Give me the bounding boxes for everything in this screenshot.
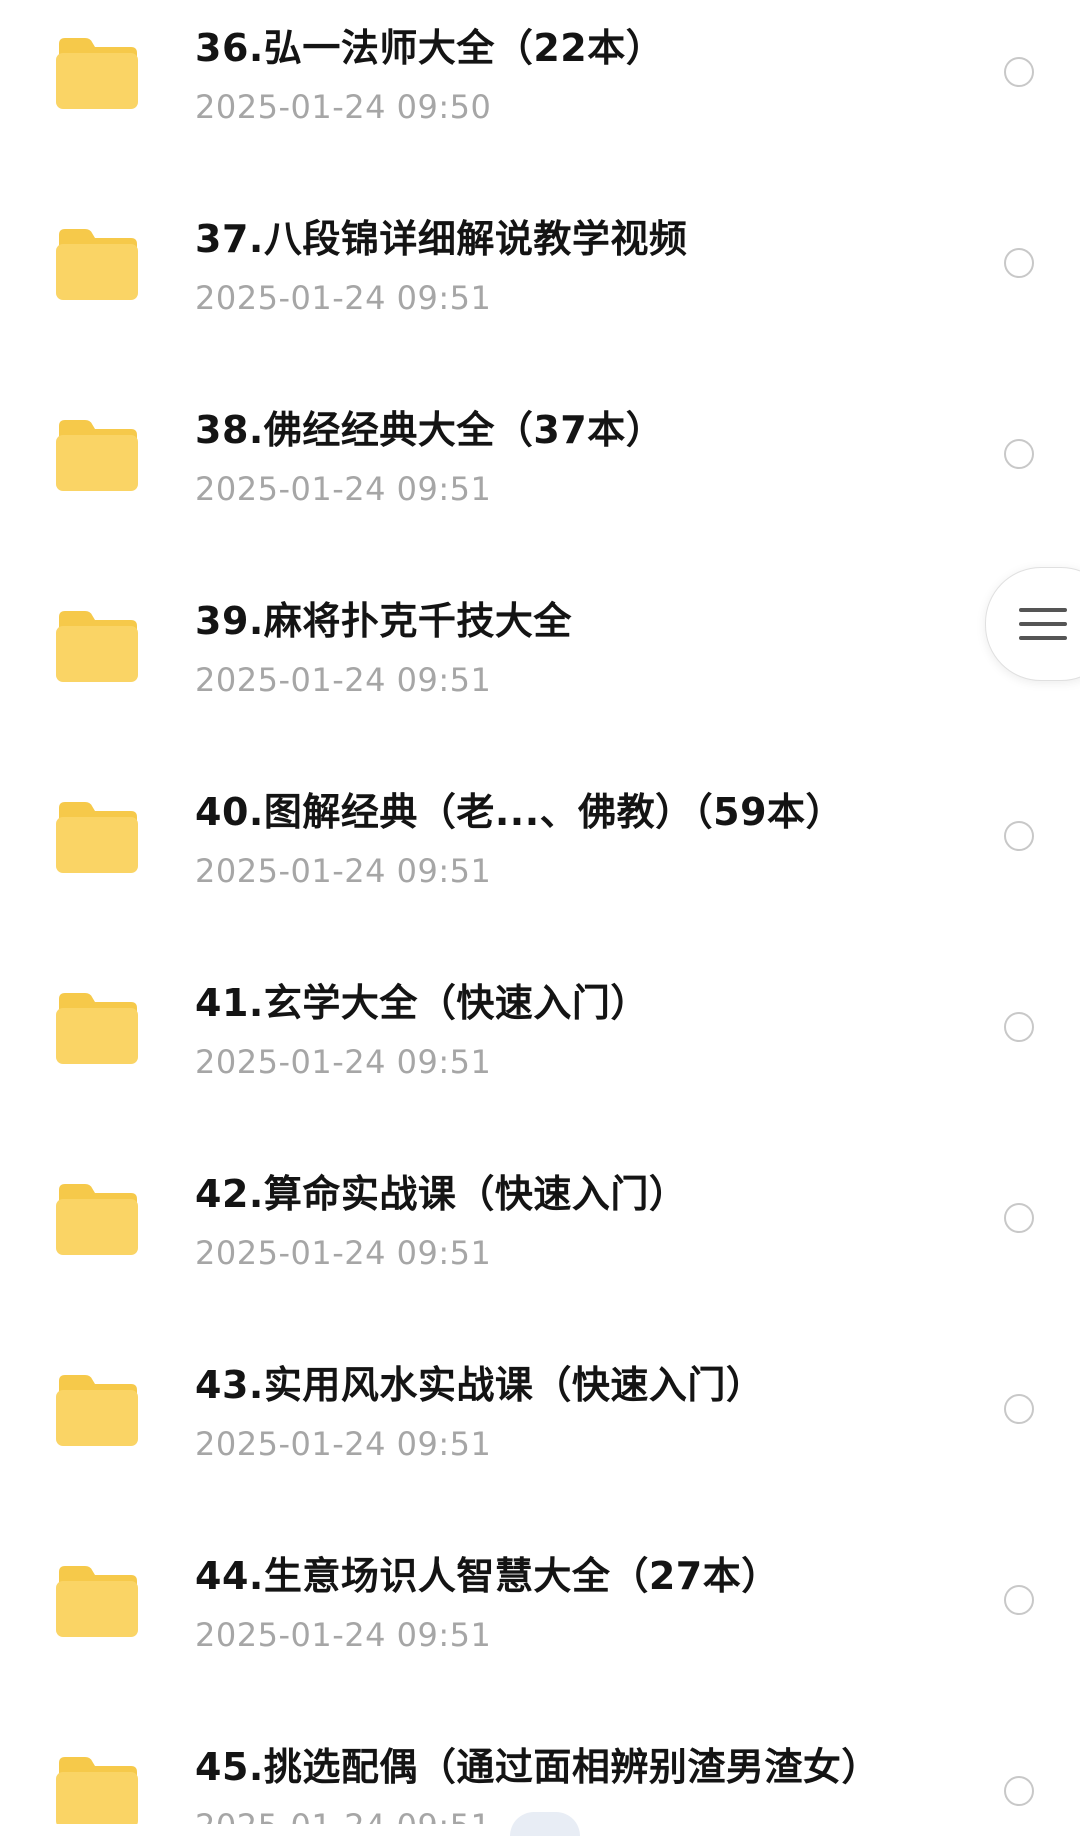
list-item[interactable]: 41.玄学大全（快速入门） 2025-01-24 09:51	[0, 955, 1080, 1146]
list-item[interactable]: 45.挑选配偶（通过面相辨别渣男渣女） 2025-01-24 09:51	[0, 1719, 1080, 1824]
file-time: 2025-01-24 09:51	[195, 1425, 492, 1463]
folder-icon	[55, 36, 139, 110]
file-name: 36.弘一法师大全（22本）	[195, 26, 665, 70]
file-list: 36.弘一法师大全（22本） 2025-01-24 09:50 37.八段锦详细…	[0, 0, 1080, 1824]
file-name: 37.八段锦详细解说教学视频	[195, 217, 688, 261]
file-time: 2025-01-24 09:51	[195, 1616, 492, 1654]
select-checkbox[interactable]	[1004, 821, 1034, 851]
file-name: 43.实用风水实战课（快速入门）	[195, 1363, 765, 1407]
file-name: 38.佛经经典大全（37本）	[195, 408, 665, 452]
file-name: 41.玄学大全（快速入门）	[195, 981, 649, 1025]
select-checkbox[interactable]	[1004, 248, 1034, 278]
file-name: 44.生意场识人智慧大全（27本）	[195, 1554, 780, 1598]
file-name: 40.图解经典（老...、佛教）（59本）	[195, 790, 845, 834]
select-checkbox[interactable]	[1004, 439, 1034, 469]
select-checkbox[interactable]	[1004, 57, 1034, 87]
folder-icon	[55, 227, 139, 301]
file-time: 2025-01-24 09:51	[195, 1807, 491, 1824]
folder-icon	[55, 800, 139, 874]
list-item[interactable]: 38.佛经经典大全（37本） 2025-01-24 09:51	[0, 382, 1080, 573]
file-time: 2025-01-24 09:51	[195, 279, 492, 317]
list-item[interactable]: 37.八段锦详细解说教学视频 2025-01-24 09:51	[0, 191, 1080, 382]
folder-icon	[55, 991, 139, 1065]
file-time: 2025-01-24 09:51	[195, 661, 492, 699]
file-time: 2025-01-24 09:51	[195, 1043, 492, 1081]
select-checkbox[interactable]	[1004, 1394, 1034, 1424]
file-time: 2025-01-24 09:51	[195, 1234, 492, 1272]
file-time: 2025-01-24 09:51	[195, 470, 492, 508]
file-time: 2025-01-24 09:50	[195, 88, 492, 126]
list-item[interactable]: 44.生意场识人智慧大全（27本） 2025-01-24 09:51	[0, 1528, 1080, 1719]
folder-icon	[55, 1182, 139, 1256]
folder-icon	[55, 1755, 139, 1824]
folder-icon	[55, 1373, 139, 1447]
list-item[interactable]: 42.算命实战课（快速入门） 2025-01-24 09:51	[0, 1146, 1080, 1337]
list-item[interactable]: 40.图解经典（老...、佛教）（59本） 2025-01-24 09:51	[0, 764, 1080, 955]
select-checkbox[interactable]	[1004, 1203, 1034, 1233]
file-name: 39.麻将扑克千技大全	[195, 599, 572, 643]
list-item[interactable]: 39.麻将扑克千技大全 2025-01-24 09:51	[0, 573, 1080, 764]
list-item[interactable]: 36.弘一法师大全（22本） 2025-01-24 09:50	[0, 0, 1080, 191]
folder-icon	[55, 609, 139, 683]
file-name: 45.挑选配偶（通过面相辨别渣男渣女）	[195, 1745, 880, 1789]
floating-button-edge[interactable]	[510, 1812, 580, 1836]
file-name: 42.算命实战课（快速入门）	[195, 1172, 688, 1216]
folder-icon	[55, 1564, 139, 1638]
folder-icon	[55, 418, 139, 492]
select-checkbox[interactable]	[1004, 1585, 1034, 1615]
file-time: 2025-01-24 09:51	[195, 852, 492, 890]
select-checkbox[interactable]	[1004, 1776, 1034, 1806]
list-item[interactable]: 43.实用风水实战课（快速入门） 2025-01-24 09:51	[0, 1337, 1080, 1528]
select-checkbox[interactable]	[1004, 1012, 1034, 1042]
